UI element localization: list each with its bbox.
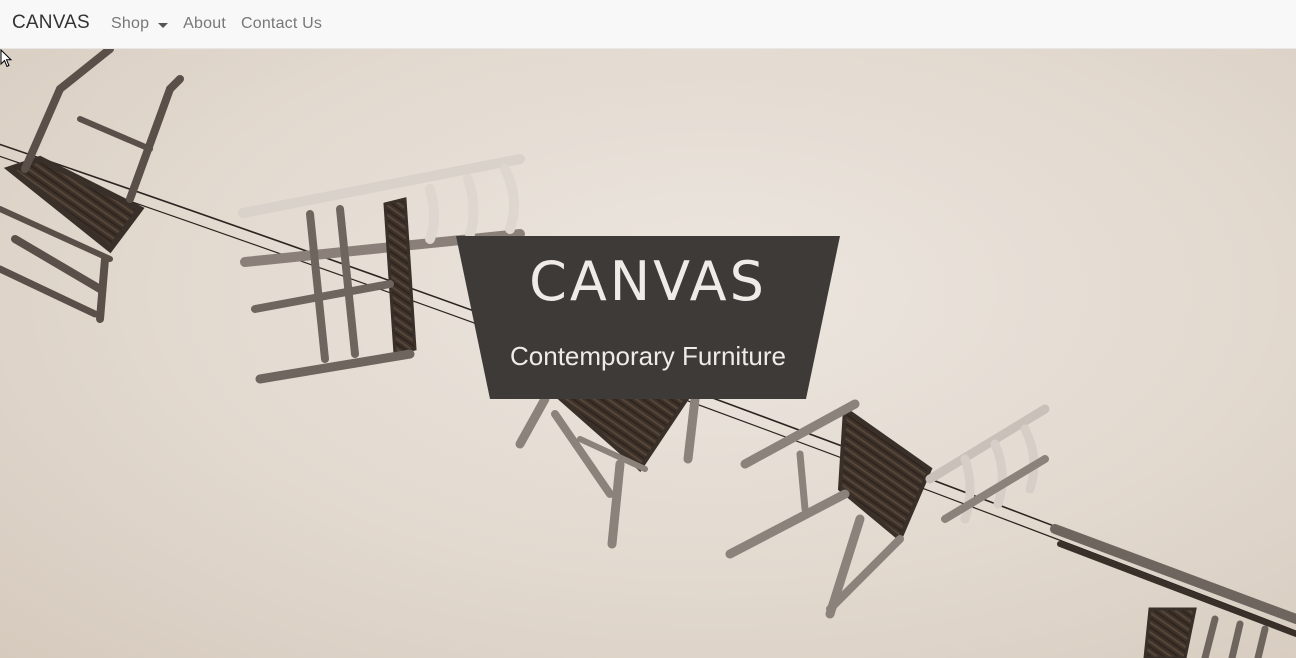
hero-banner-shape [456,236,840,399]
caret-down-icon [158,22,169,28]
chair-image-1 [0,49,184,323]
chair-image-5 [1050,524,1296,658]
navbar: CANVAS Shop About Contact Us [0,0,1296,49]
chair-image-4 [725,399,1050,619]
nav-links: Shop About Contact Us [111,15,337,33]
chair-image-3 [515,392,700,549]
mouse-pointer-icon [0,49,13,68]
hero-section: CANVAS Contemporary Furniture [0,49,1296,658]
hero-image [0,49,1296,658]
nav-about-link[interactable]: About [183,15,226,33]
nav-shop-label: Shop [111,15,150,32]
nav-shop-dropdown[interactable]: Shop [111,15,169,33]
brand-link[interactable]: CANVAS [12,12,90,34]
nav-contact-link[interactable]: Contact Us [241,15,322,33]
